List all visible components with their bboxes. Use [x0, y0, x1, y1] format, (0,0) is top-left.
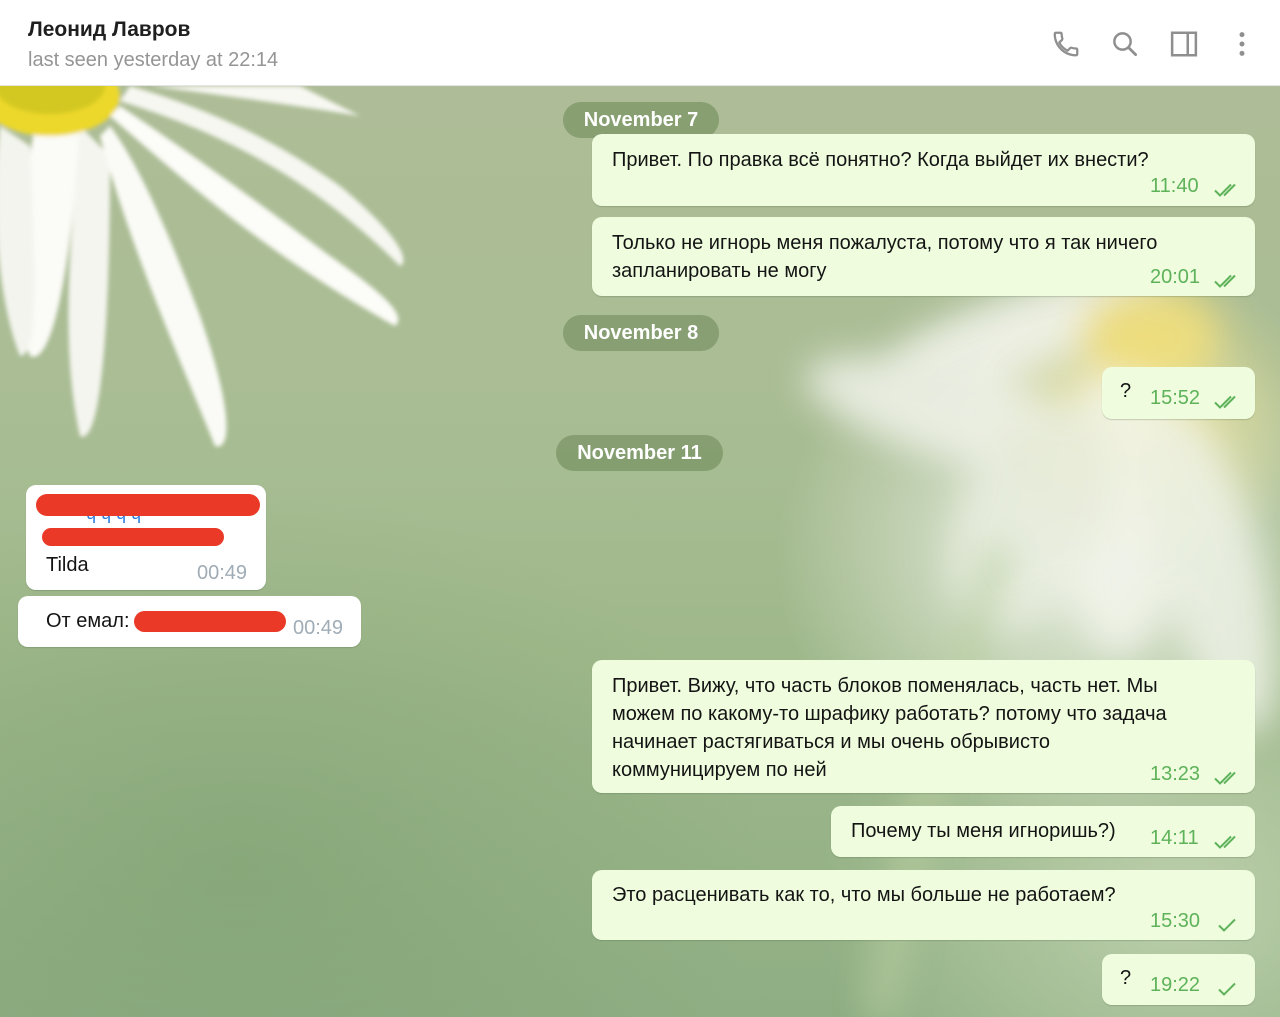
outgoing-message[interactable]: Это расценивать как то, что мы больше не…	[592, 870, 1255, 940]
date-label: November 11	[577, 441, 702, 464]
message-text: ?	[1120, 380, 1132, 402]
message-text: ?	[1120, 967, 1132, 989]
message-text-line: Привет. Вижу, что часть блоков поменялас…	[612, 675, 1158, 697]
double-check-icon	[1213, 390, 1241, 418]
sidebar-toggle-icon	[1169, 29, 1199, 59]
double-check-icon	[1213, 269, 1241, 297]
message-text-line: коммуницируем по ней	[612, 759, 827, 781]
double-check-icon	[1213, 830, 1241, 858]
message-text-line: Только не игнорь меня пожалуста, потому …	[612, 232, 1158, 254]
outgoing-message[interactable]: Привет. Вижу, что часть блоков поменялас…	[592, 660, 1255, 793]
contact-name[interactable]: Леонид Лавров	[28, 18, 190, 42]
chat-header: Леонид Лавров last seen yesterday at 22:…	[0, 0, 1280, 86]
message-list[interactable]: November 7 Привет. По правка всё понятно…	[0, 86, 1280, 1017]
message-time: 00:49	[197, 562, 248, 584]
more-button[interactable]	[1222, 22, 1262, 66]
search-icon	[1110, 29, 1140, 59]
outgoing-message[interactable]: Привет. По правка всё понятно? Когда вый…	[592, 134, 1255, 206]
message-text: Почему ты меня игноришь?)	[851, 820, 1116, 842]
toggle-sidebar-button[interactable]	[1164, 22, 1204, 66]
check-icon	[1213, 977, 1241, 1005]
message-time: 11:40	[1150, 175, 1199, 197]
message-text: Tilda	[46, 554, 89, 576]
double-check-icon	[1213, 766, 1241, 794]
message-text: Привет. По правка всё понятно? Когда вый…	[612, 149, 1149, 171]
date-separator: November 8	[563, 315, 719, 351]
phone-icon	[1051, 29, 1081, 59]
date-separator: November 11	[556, 435, 723, 471]
more-vertical-icon	[1227, 29, 1257, 59]
message-text-line: запланировать не могу	[612, 260, 827, 282]
call-button[interactable]	[1046, 22, 1086, 66]
message-time: 00:49	[293, 617, 344, 639]
outgoing-message[interactable]: ? 19:22	[1102, 954, 1255, 1005]
message-time: 13:23	[1150, 763, 1201, 785]
date-separator: November 7	[563, 102, 719, 138]
redaction-mark	[134, 611, 286, 632]
redaction-mark	[36, 494, 260, 516]
message-time: 14:11	[1150, 827, 1199, 849]
message-time: 15:30	[1150, 910, 1201, 932]
redaction-mark	[42, 528, 224, 546]
date-label: November 7	[583, 108, 699, 131]
message-text-line: начинает растягиваться и мы очень обрыви…	[612, 731, 1051, 753]
message-time: 19:22	[1150, 974, 1201, 996]
search-button[interactable]	[1105, 22, 1145, 66]
incoming-message[interactable]: От емал: 00:49	[18, 596, 361, 647]
message-text: От емал:	[46, 610, 130, 632]
incoming-message[interactable]: ɥ ɥ ɥ ɥ Tilda 00:49	[26, 485, 266, 590]
check-icon	[1213, 913, 1241, 941]
date-label: November 8	[583, 321, 699, 344]
outgoing-message[interactable]: Почему ты меня игноришь?) 14:11	[831, 806, 1255, 857]
double-check-icon	[1213, 178, 1241, 206]
message-time: 15:52	[1150, 387, 1201, 409]
message-text-line: можем по какому-то шрафику работать? пот…	[612, 703, 1167, 725]
outgoing-message[interactable]: Только не игнорь меня пожалуста, потому …	[592, 217, 1255, 296]
outgoing-message[interactable]: ? 15:52	[1102, 367, 1255, 419]
message-time: 20:01	[1150, 266, 1201, 288]
message-text: Это расценивать как то, что мы больше не…	[612, 884, 1116, 906]
contact-last-seen: last seen yesterday at 22:14	[28, 49, 279, 71]
